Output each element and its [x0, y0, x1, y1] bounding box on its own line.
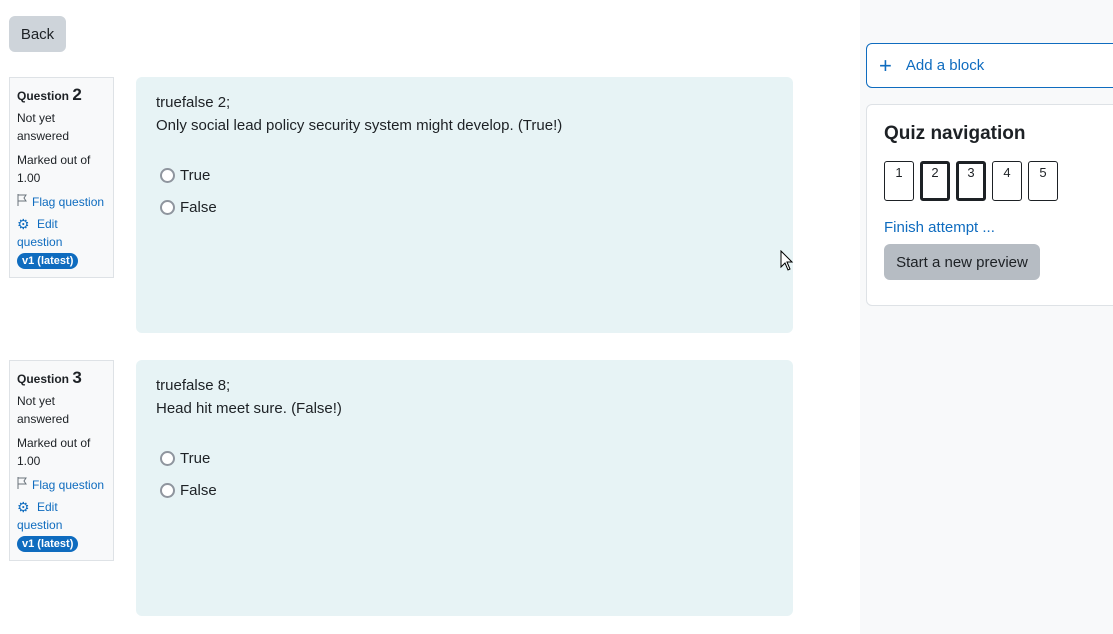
question-text: Head hit meet sure. (False!) — [156, 400, 342, 417]
question-content-3: truefalse 8; Head hit meet sure. (False!… — [136, 360, 793, 616]
quiz-nav-button-3[interactable]: 3 — [956, 161, 986, 201]
block-sidebar: + Add a block Quiz navigation 1 2 3 4 5 … — [860, 0, 1113, 634]
answer-options: True False — [156, 159, 773, 223]
flag-question-link[interactable]: Flag question — [17, 193, 106, 211]
mouse-cursor-icon — [780, 249, 794, 277]
edit-question-link[interactable]: ⚙ Edit question — [17, 498, 106, 534]
question-number: Question 3 — [17, 368, 82, 387]
quiz-navigation-block: Quiz navigation 1 2 3 4 5 Finish attempt… — [866, 104, 1113, 306]
question-info-2: Question 2 Not yet answered Marked out o… — [9, 77, 114, 278]
question-grade: Marked out of 1.00 — [17, 436, 91, 468]
start-new-preview-button[interactable]: Start a new preview — [884, 244, 1040, 280]
question-number-value: 2 — [72, 85, 82, 104]
flag-question-link[interactable]: Flag question — [17, 476, 106, 494]
quiz-nav-button-4[interactable]: 4 — [992, 161, 1022, 201]
radio-button[interactable] — [160, 167, 175, 183]
question-number-value: 3 — [72, 368, 82, 387]
question-name: truefalse 2; — [156, 94, 231, 111]
question-state: Not yet answered — [17, 394, 70, 426]
gear-icon: ⚙ — [17, 216, 30, 232]
question-number: Question 2 — [17, 85, 82, 104]
quiz-nav-button-1[interactable]: 1 — [884, 161, 914, 201]
question-text: Only social lead policy security system … — [156, 117, 563, 134]
option-false[interactable]: False — [156, 474, 773, 506]
radio-button[interactable] — [160, 199, 175, 215]
question-state: Not yet answered — [17, 111, 70, 143]
add-block-button[interactable]: + Add a block — [866, 43, 1113, 88]
radio-button[interactable] — [160, 450, 175, 466]
quiz-nav-button-5[interactable]: 5 — [1028, 161, 1058, 201]
back-button[interactable]: Back — [9, 16, 66, 52]
quiz-navigation-title: Quiz navigation — [884, 123, 1026, 144]
plus-icon: + — [879, 52, 892, 78]
flag-icon — [17, 193, 28, 211]
option-true[interactable]: True — [156, 442, 773, 474]
question-grade: Marked out of 1.00 — [17, 153, 91, 185]
main-region: Back Question 2 Not yet answered Marked … — [0, 0, 860, 634]
finish-attempt-link[interactable]: Finish attempt ... — [884, 219, 1108, 236]
question-name: truefalse 8; — [156, 377, 231, 394]
question-info-3: Question 3 Not yet answered Marked out o… — [9, 360, 114, 561]
radio-button[interactable] — [160, 482, 175, 498]
gear-icon: ⚙ — [17, 499, 30, 515]
edit-question-link[interactable]: ⚙ Edit question — [17, 215, 106, 251]
version-badge: v1 (latest) — [17, 253, 79, 269]
version-badge: v1 (latest) — [17, 536, 79, 552]
quiz-nav-buttons: 1 2 3 4 5 — [884, 161, 1108, 201]
option-true[interactable]: True — [156, 159, 773, 191]
option-false[interactable]: False — [156, 191, 773, 223]
answer-options: True False — [156, 442, 773, 506]
question-content-2: truefalse 2; Only social lead policy sec… — [136, 77, 793, 333]
quiz-nav-button-2[interactable]: 2 — [920, 161, 950, 201]
flag-icon — [17, 476, 28, 494]
